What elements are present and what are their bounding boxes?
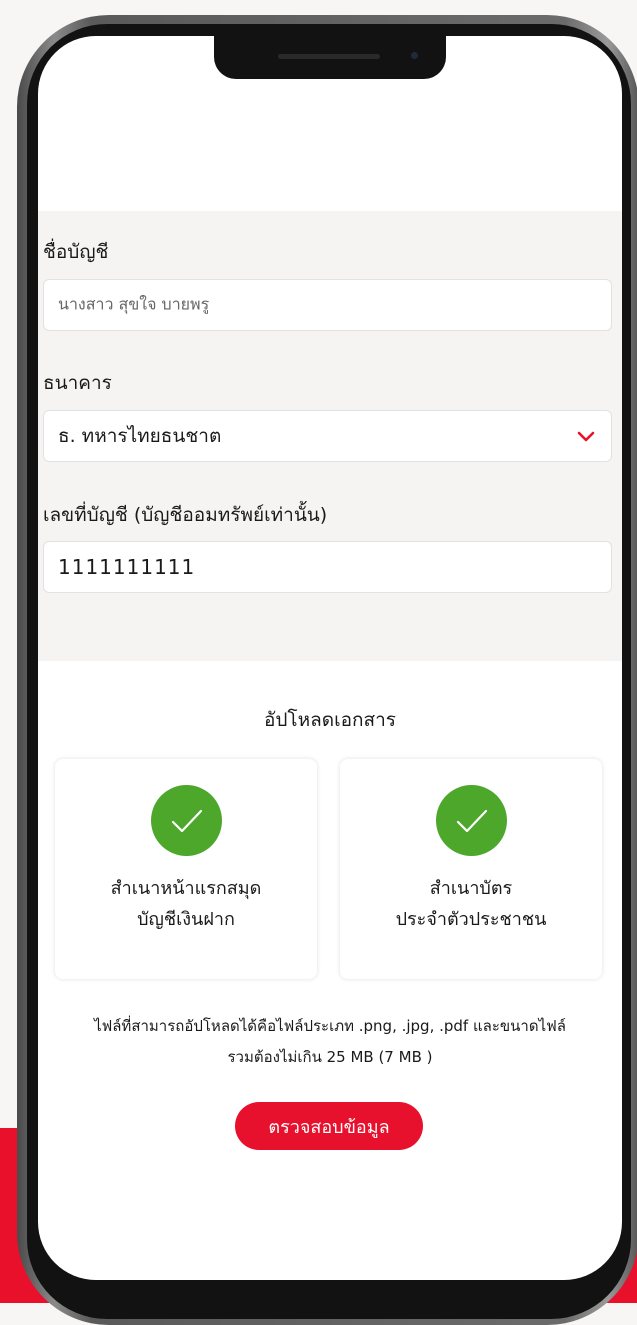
- upload-card-label: สำเนาบัตร ประจำตัวประชาชน: [340, 873, 602, 935]
- bank-label: ธนาคาร: [43, 372, 112, 394]
- note-line: รวมต้องไม่เกิน 25 MB (7 MB ): [227, 1048, 433, 1066]
- account-number-label: เลขที่บัญชี (บัญชีออมทรัพย์เท่านั้น): [43, 504, 328, 526]
- check-icon: [436, 785, 507, 856]
- card-label-line: บัญชีเงินฝาก: [137, 909, 235, 930]
- phone-screen: ชื่อบัญชี นางสาว สุขใจ บายพรู ธนาคาร ธ. …: [38, 36, 622, 1280]
- account-number-value: 1111111111: [58, 555, 196, 579]
- note-line: ไฟล์ที่สามารถอัปโหลดได้คือไฟล์ประเภท .pn…: [94, 1017, 566, 1035]
- chevron-down-icon: [575, 425, 597, 451]
- account-name-value: นางสาว สุขใจ บายพรู: [58, 294, 210, 314]
- verify-info-button[interactable]: ตรวจสอบข้อมูล: [235, 1102, 423, 1150]
- card-label-line: สำเนาบัตร: [429, 878, 513, 899]
- upload-card-label: สำเนาหน้าแรกสมุด บัญชีเงินฝาก: [55, 873, 317, 935]
- upload-card-id-card[interactable]: สำเนาบัตร ประจำตัวประชาชน: [340, 759, 602, 979]
- card-label-line: สำเนาหน้าแรกสมุด: [110, 878, 262, 899]
- bank-select[interactable]: ธ. ทหารไทยธนชาต: [43, 410, 612, 462]
- check-icon: [151, 785, 222, 856]
- upload-documents-title: อัปโหลดเอกสาร: [263, 709, 397, 731]
- account-number-field[interactable]: 1111111111: [43, 541, 612, 593]
- account-name-field[interactable]: นางสาว สุขใจ บายพรู: [43, 279, 612, 331]
- phone-notch: [214, 36, 446, 79]
- file-requirements-note: ไฟล์ที่สามารถอัปโหลดได้คือไฟล์ประเภท .pn…: [38, 1011, 622, 1073]
- account-name-label: ชื่อบัญชี: [43, 241, 109, 263]
- upload-card-bankbook[interactable]: สำเนาหน้าแรกสมุด บัญชีเงินฝาก: [55, 759, 317, 979]
- card-label-line: ประจำตัวประชาชน: [395, 909, 547, 930]
- bank-account-form: ชื่อบัญชี นางสาว สุขใจ บายพรู ธนาคาร ธ. …: [38, 211, 622, 661]
- front-camera-icon: [411, 52, 418, 59]
- speaker-grille: [278, 54, 380, 59]
- bank-selected-value: ธ. ทหารไทยธนชาต: [58, 425, 222, 447]
